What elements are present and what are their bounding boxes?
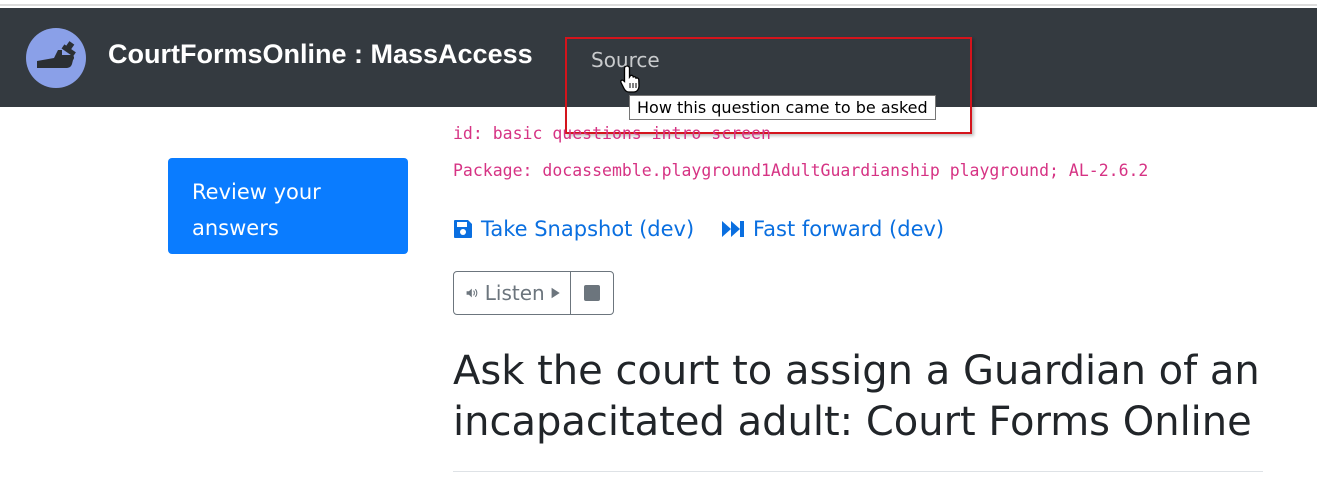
question-id-text: id: basic questions intro screen — [453, 124, 771, 143]
fast-forward-link[interactable]: Fast forward (dev) — [721, 217, 944, 241]
page-title: Ask the court to assign a Guardian of an… — [453, 348, 1260, 445]
navbar: CourtFormsOnline : MassAccess Source — [0, 8, 1317, 107]
stop-button[interactable] — [571, 272, 613, 314]
save-icon — [454, 220, 472, 238]
listen-label: Listen — [484, 281, 545, 305]
review-answers-button[interactable]: Review your answers — [168, 158, 408, 254]
volume-icon — [466, 288, 478, 298]
take-snapshot-label: Take Snapshot (dev) — [481, 217, 695, 241]
window-top-strip — [0, 0, 1317, 8]
fast-forward-label: Fast forward (dev) — [753, 217, 945, 241]
take-snapshot-link[interactable]: Take Snapshot (dev) — [453, 217, 694, 241]
fast-forward-icon — [722, 221, 744, 237]
audio-controls: Listen — [453, 271, 614, 315]
hand-gavel-icon[interactable] — [26, 28, 86, 88]
source-tooltip: How this question came to be asked — [629, 95, 936, 120]
play-icon — [551, 287, 560, 299]
package-text: Package: docassemble.playground1AdultGua… — [453, 161, 1149, 180]
listen-button[interactable]: Listen — [454, 272, 571, 314]
divider — [453, 471, 1263, 472]
hand-cursor-icon — [620, 65, 640, 93]
stop-icon — [584, 285, 600, 301]
top-scrollbar — [0, 4, 1317, 6]
brand-title[interactable]: CourtFormsOnline : MassAccess — [108, 39, 533, 70]
